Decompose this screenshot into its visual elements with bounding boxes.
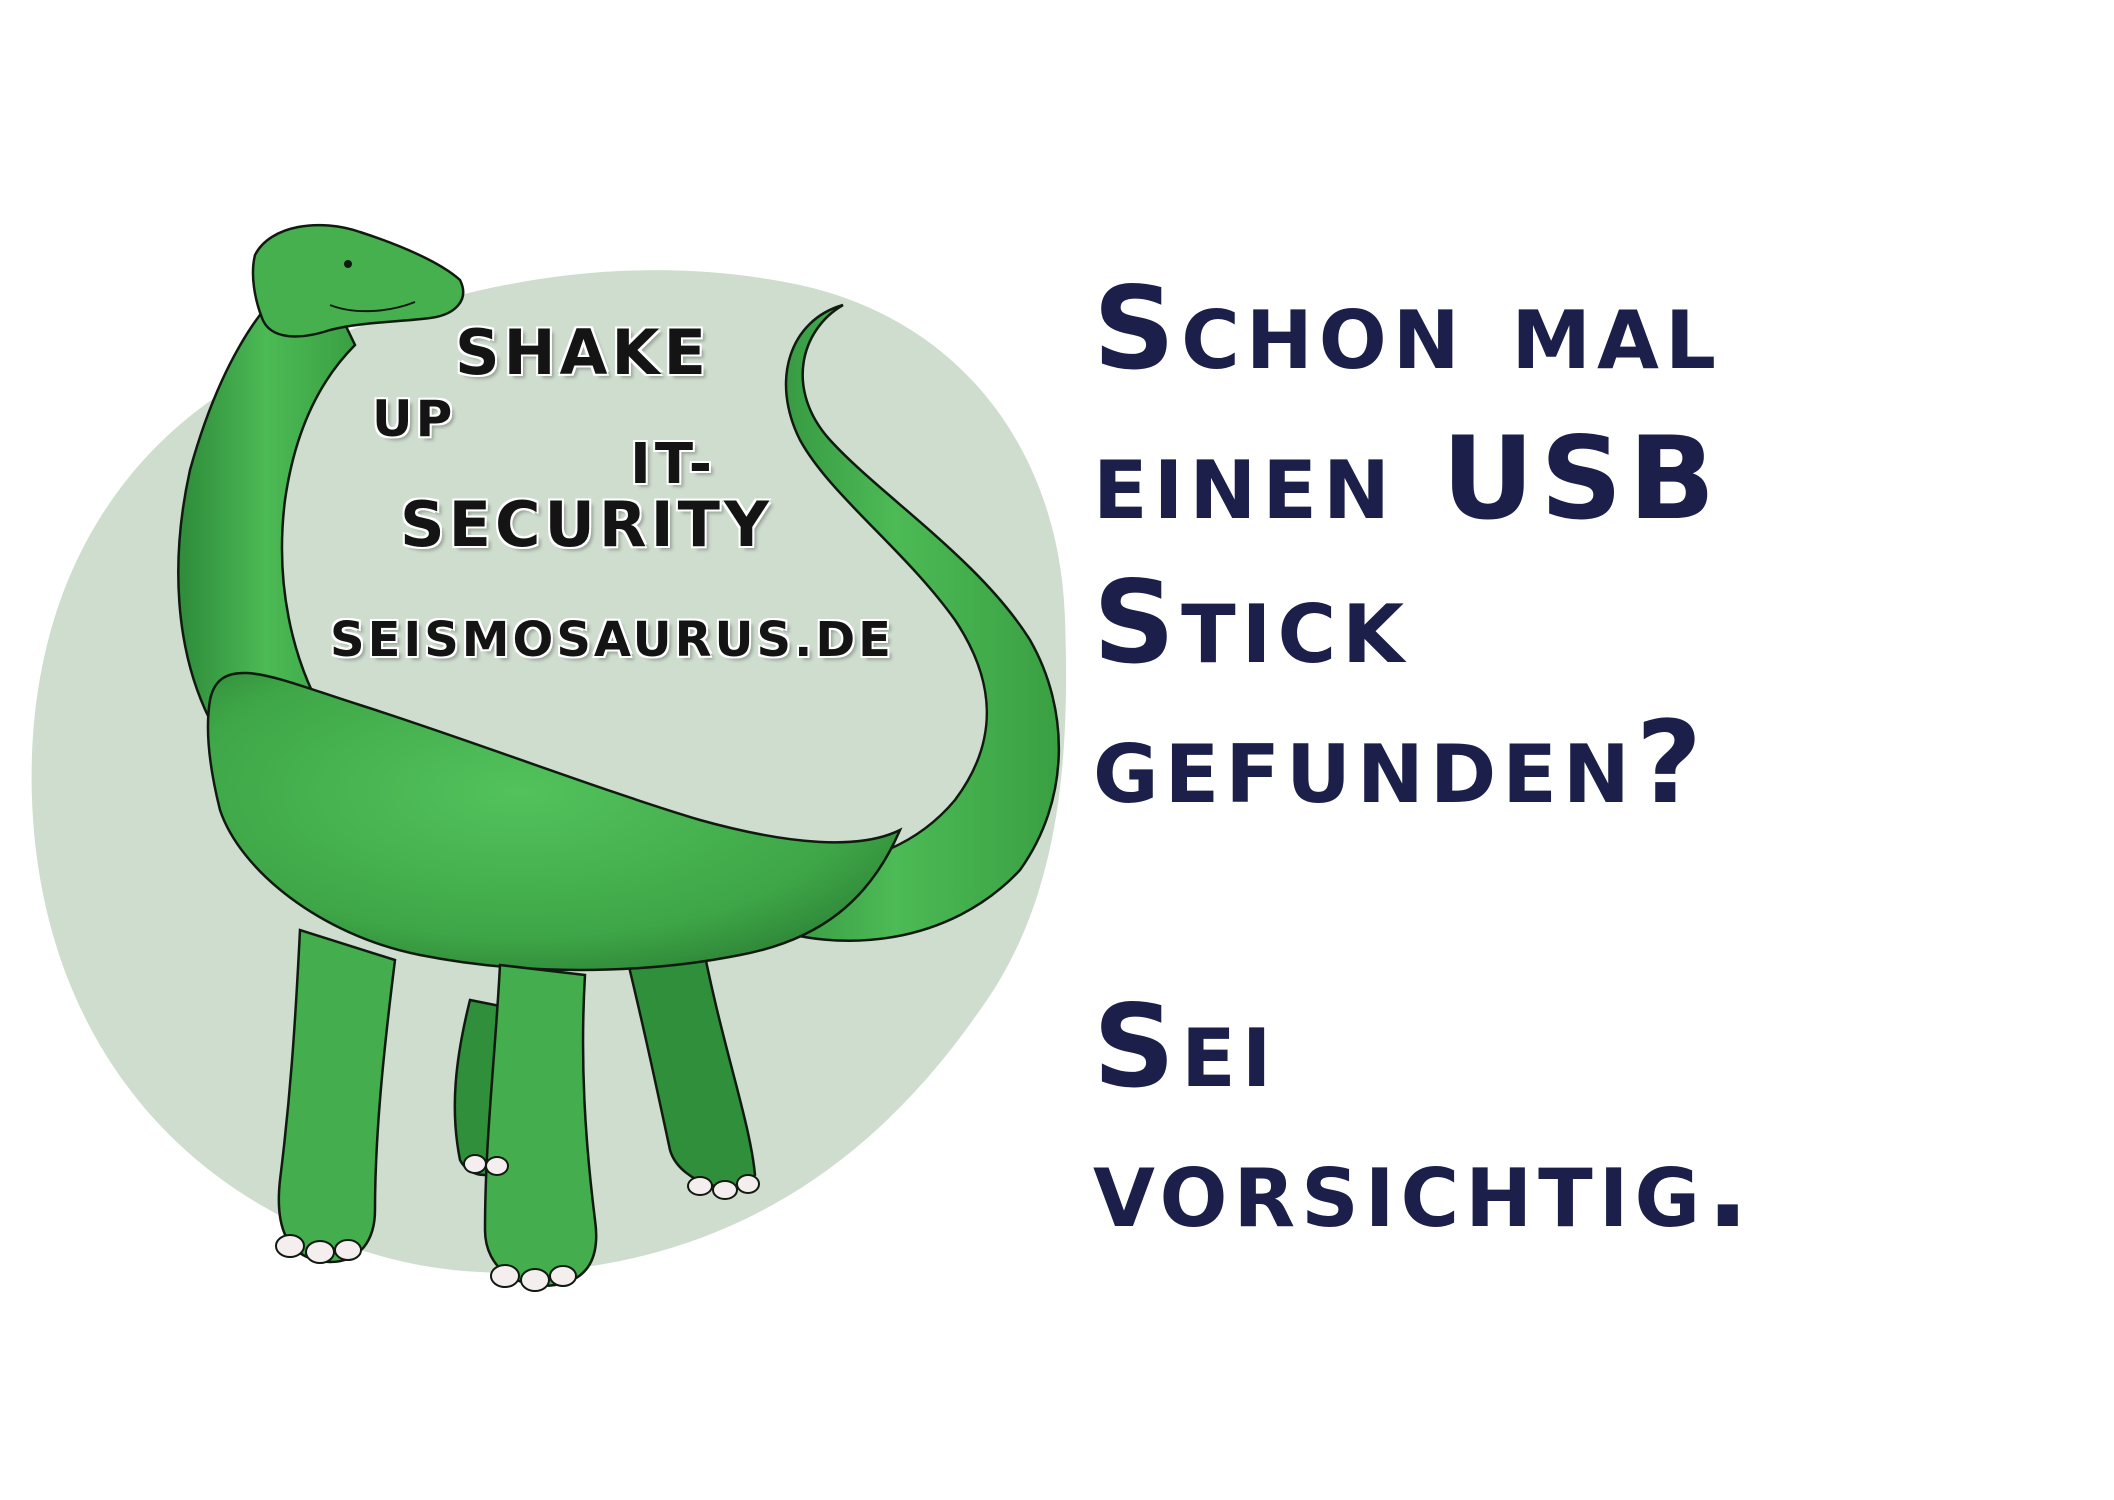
headline-line-2: einen USB	[1093, 412, 1722, 545]
logo-text-security: SECURITY	[400, 488, 773, 561]
logo-url: SEISMOSAURUS.DE	[330, 612, 894, 668]
headline-line-4: gefunden?	[1093, 696, 1709, 829]
illustration	[31, 223, 1067, 1292]
headline-line-3: Stick	[1093, 556, 1411, 689]
logo-text-up: UP	[372, 390, 456, 448]
logo-text-it: IT-	[630, 432, 717, 497]
logo-text-shake: SHAKE	[455, 316, 710, 389]
warning-line-2: vorsichtig.	[1093, 1120, 1756, 1253]
warning-line-1: Sei	[1093, 980, 1278, 1113]
dino-front-leg	[483, 963, 598, 1287]
dino-eye	[344, 260, 352, 268]
headline-line-1: Schon mal	[1093, 262, 1722, 395]
